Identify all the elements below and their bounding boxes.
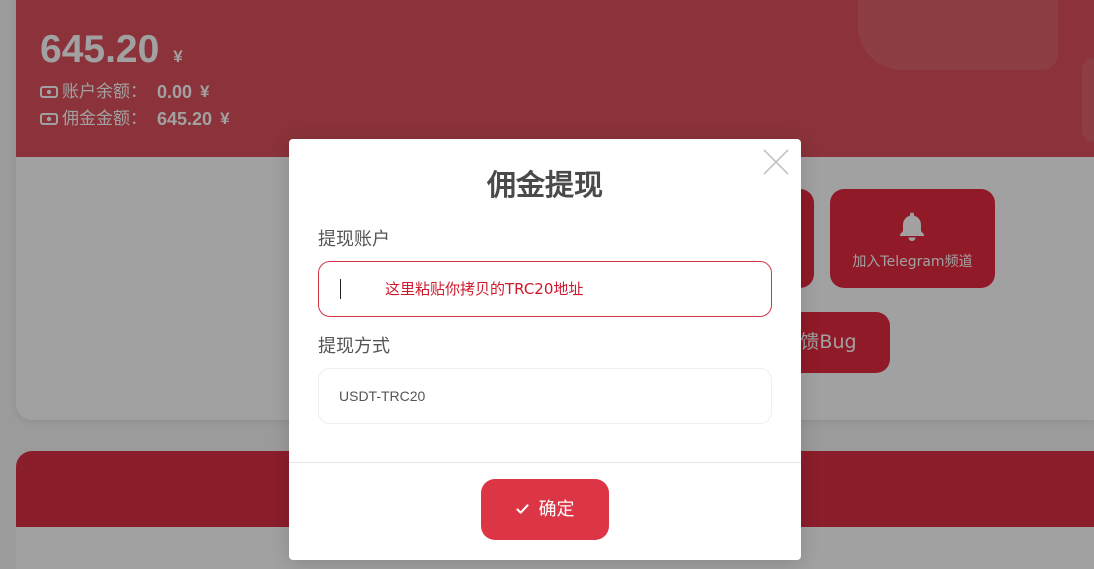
account-address-input[interactable]: [319, 262, 771, 316]
check-icon: [515, 504, 529, 515]
confirm-label: 确定: [538, 498, 575, 520]
withdraw-method-field[interactable]: USDT-TRC20: [318, 368, 772, 424]
method-field-label: 提现方式: [318, 336, 390, 357]
modal-footer-divider: [289, 462, 801, 463]
account-address-field: [318, 261, 772, 317]
withdraw-modal: 佣金提现 提现账户 提现方式 USDT-TRC20 确定: [289, 139, 801, 560]
withdraw-method-value: USDT-TRC20: [339, 388, 426, 404]
confirm-button[interactable]: 确定: [481, 479, 609, 540]
page: 645.20 ¥ 账户余额： 0.00 ¥ 佣金金额： 645.20 ¥ 加入T…: [0, 0, 1094, 569]
modal-title: 佣金提现: [486, 168, 603, 202]
account-field-label: 提现账户: [318, 229, 390, 250]
